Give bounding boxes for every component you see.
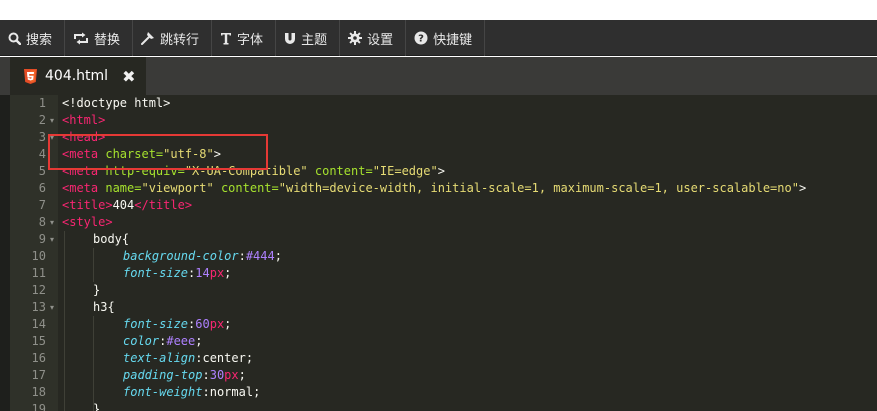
theme-label: 主题 — [301, 32, 328, 48]
code-line: font-size:60px; — [123, 317, 232, 331]
gear-icon — [348, 31, 363, 45]
editor-toolbar: 搜索 替换 跳转行 字体 主题 设置 ? 快捷键 — [0, 20, 877, 56]
line-number: 15 — [31, 334, 46, 348]
replace-button[interactable]: 替换 — [65, 20, 134, 56]
indent-guide — [64, 231, 65, 411]
fold-toggle-icon[interactable]: ▾ — [50, 129, 58, 146]
line-number: 18 — [31, 385, 46, 399]
top-blank-area — [0, 0, 877, 20]
line-number: 11 — [31, 266, 46, 280]
fold-toggle-icon[interactable]: ▾ — [50, 299, 58, 316]
line-number: 1 — [38, 96, 46, 110]
fold-toggle-icon[interactable]: ▾ — [50, 214, 58, 231]
line-number: 5 — [38, 164, 46, 178]
settings-button[interactable]: 设置 — [340, 20, 407, 56]
jump-line-button[interactable]: 跳转行 — [133, 20, 213, 56]
fold-toggle-icon[interactable]: ▾ — [50, 112, 58, 129]
code-line: body{ — [93, 232, 130, 246]
svg-text:?: ? — [418, 34, 424, 45]
code-line: text-align:center; — [123, 351, 254, 365]
search-icon — [8, 32, 21, 45]
line-number: 2 — [38, 113, 46, 127]
close-tab-icon[interactable]: ✖ — [122, 67, 135, 86]
line-number: 14 — [31, 317, 46, 331]
line-number: 10 — [31, 249, 46, 263]
line-number: 16 — [31, 351, 46, 365]
shortcuts-label: 快捷键 — [433, 32, 473, 48]
settings-label: 设置 — [367, 32, 394, 48]
search-button[interactable]: 搜索 — [0, 20, 66, 56]
fold-toggle-icon[interactable]: ▾ — [50, 231, 58, 248]
code-line: <meta name="viewport" content="width=dev… — [62, 181, 807, 195]
file-tab-bar: 404.html ✖ — [0, 57, 877, 95]
code-line: <head> — [62, 130, 106, 144]
code-area[interactable]: <!doctype html> <html> <head> <meta char… — [58, 95, 877, 411]
code-line: <!doctype html> — [62, 96, 171, 110]
file-tab[interactable]: 404.html ✖ — [10, 57, 146, 95]
shortcuts-button[interactable]: ? 快捷键 — [406, 20, 486, 56]
code-line: background-color:#444; — [123, 249, 282, 263]
jump-line-icon — [141, 31, 155, 45]
line-number: 8 — [38, 215, 46, 229]
line-number: 13 — [31, 300, 46, 314]
code-line: font-size:14px; — [123, 266, 232, 280]
line-number-gutter: 1 2 ▾ 3 ▾ 4 5 6 7 8 ▾ 9 ▾ 10 11 12 13 ▾ … — [10, 95, 58, 411]
line-number: 3 — [38, 130, 46, 144]
code-editor[interactable]: 1 2 ▾ 3 ▾ 4 5 6 7 8 ▾ 9 ▾ 10 11 12 13 ▾ … — [0, 95, 877, 411]
line-number: 4 — [38, 147, 46, 161]
indent-guide — [93, 316, 94, 411]
code-line: color:#eee; — [123, 334, 203, 348]
font-button[interactable]: 字体 — [212, 20, 277, 56]
replace-icon — [73, 32, 89, 45]
jump-line-label: 跳转行 — [160, 32, 200, 48]
line-number: 12 — [31, 283, 46, 297]
code-line: } — [93, 283, 101, 297]
replace-label: 替换 — [94, 32, 121, 48]
code-line: <html> — [62, 113, 106, 127]
line-number: 7 — [38, 198, 46, 212]
search-label: 搜索 — [26, 32, 53, 48]
code-line: h3{ — [93, 300, 115, 314]
line-number: 9 — [38, 232, 46, 246]
code-line: <meta charset="utf-8"> — [62, 147, 221, 161]
code-line: <style> — [62, 215, 113, 229]
code-line: <title>404</title> — [62, 198, 193, 212]
indent-guide — [93, 248, 94, 282]
html5-icon — [24, 68, 37, 84]
line-number: 6 — [38, 181, 46, 195]
help-icon: ? — [414, 31, 428, 45]
code-line: font-weight:normal; — [123, 385, 261, 399]
theme-icon — [284, 32, 296, 45]
line-number: 19 — [31, 402, 46, 411]
code-line: padding-top:30px; — [123, 368, 246, 382]
theme-button[interactable]: 主题 — [276, 20, 341, 56]
file-tab-name: 404.html — [45, 68, 109, 84]
font-icon — [220, 32, 232, 45]
editor-left-strip — [0, 95, 10, 411]
code-line: } — [93, 402, 101, 411]
code-line: <meta http-equiv="X-UA-Compatible" conte… — [62, 164, 445, 178]
line-number: 17 — [31, 368, 46, 382]
font-label: 字体 — [237, 32, 264, 48]
